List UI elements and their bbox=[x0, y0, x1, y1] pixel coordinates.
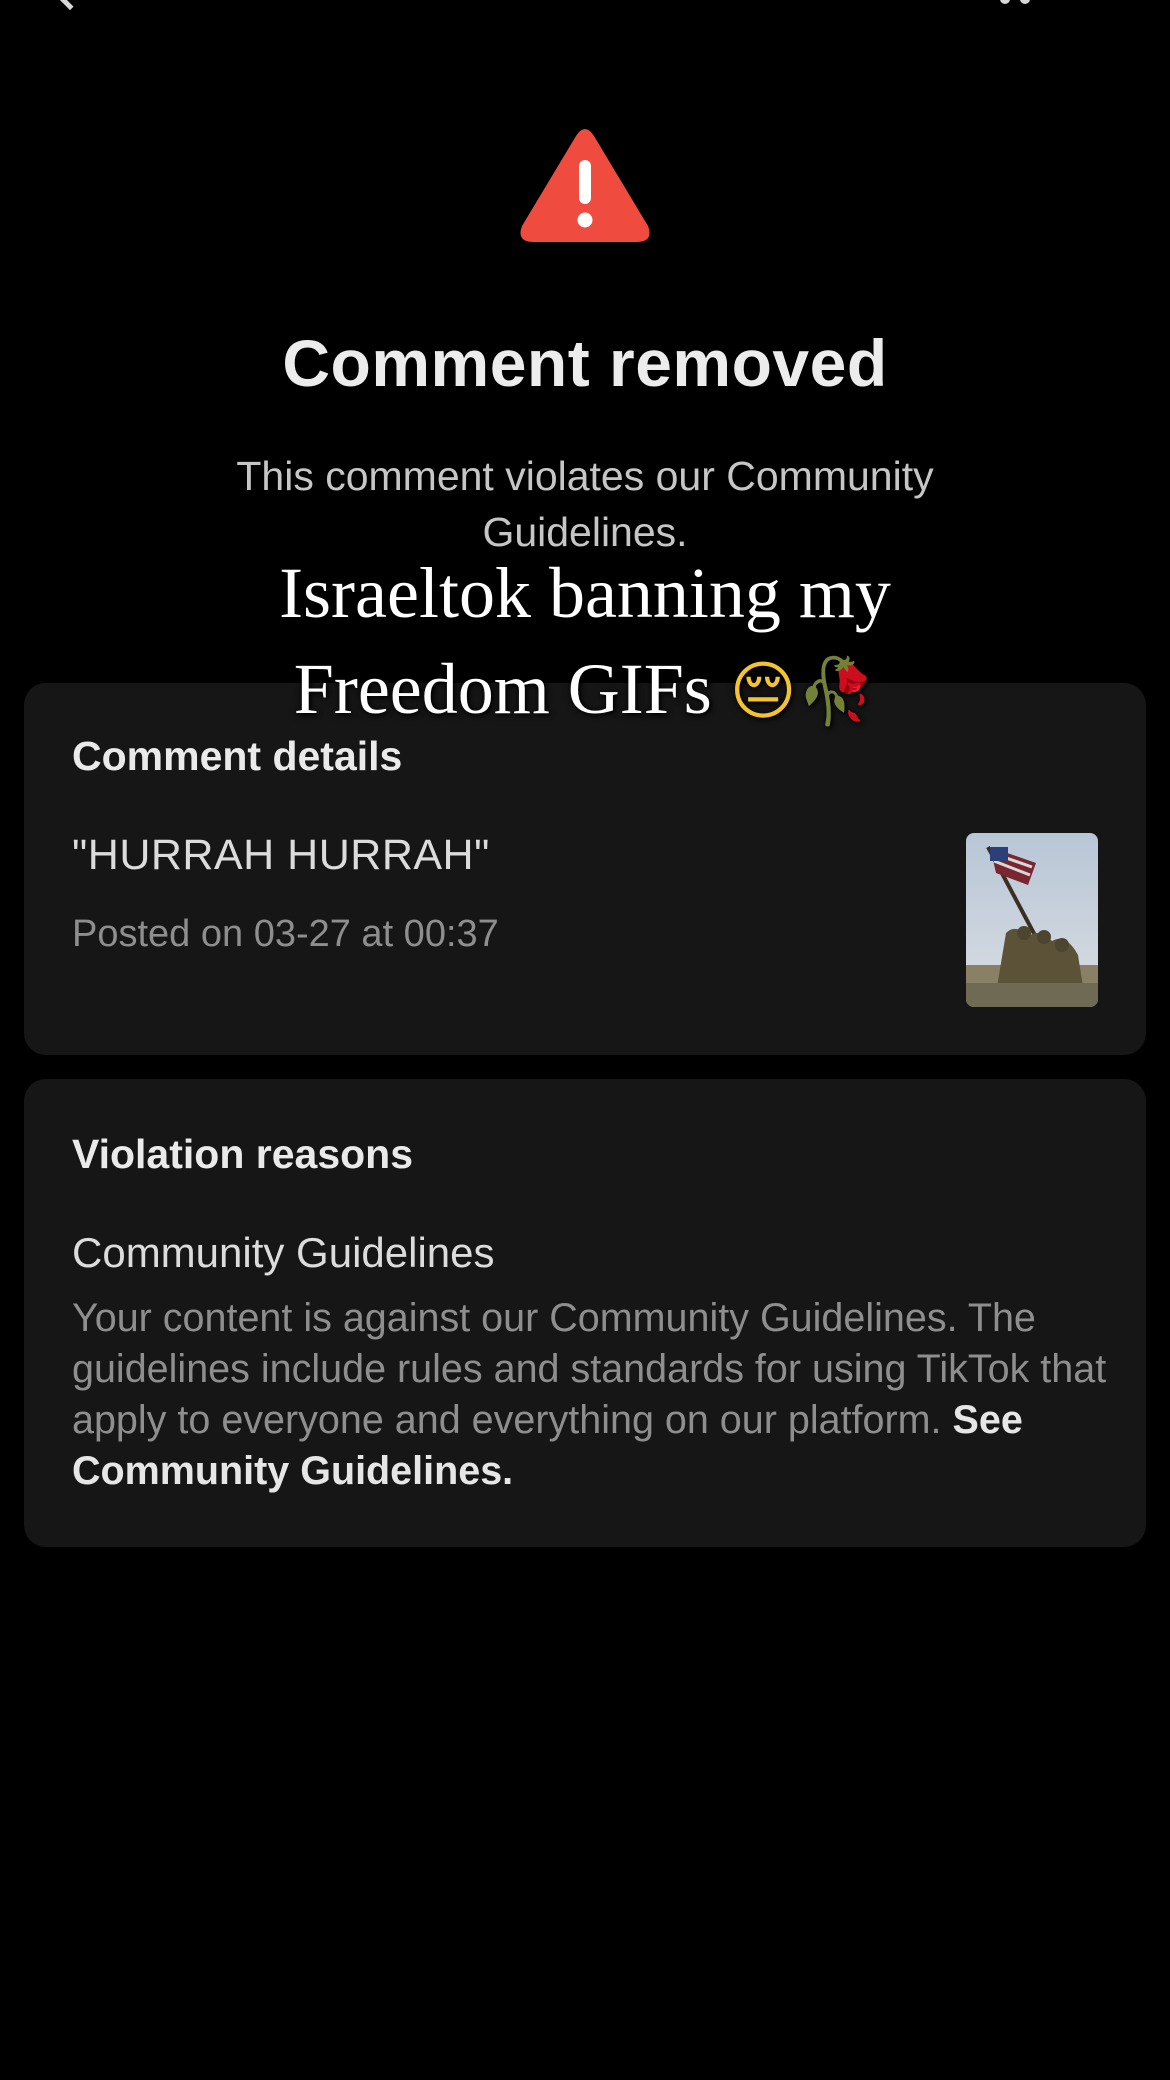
video-thumbnail[interactable] bbox=[966, 833, 1098, 1007]
caption-line-1: Israeltok banning my bbox=[279, 553, 891, 633]
wilted-rose-icon: 🥀 bbox=[796, 655, 877, 729]
caption-line-2: Freedom GIFs 😔🥀 bbox=[0, 641, 1170, 740]
violation-reasons-card: Violation reasons Community Guidelines Y… bbox=[24, 1079, 1146, 1547]
warning-triangle-icon bbox=[520, 129, 650, 242]
pensive-face-icon: 😔 bbox=[729, 655, 797, 729]
page-title: Comment removed bbox=[282, 326, 888, 400]
reason-body-text: Your content is against our Community Gu… bbox=[72, 1296, 1107, 1442]
violation-reasons-heading: Violation reasons bbox=[72, 1131, 414, 1177]
overlay-caption: Israeltok banning my Freedom GIFs 😔🥀 bbox=[0, 545, 1170, 740]
reason-title: Community Guidelines bbox=[72, 1229, 495, 1276]
top-bar bbox=[0, 0, 1170, 11]
comment-details-heading: Comment details bbox=[72, 733, 403, 779]
posted-timestamp: Posted on 03-27 at 00:37 bbox=[72, 913, 499, 955]
removal-explanation: This comment violates our Community Guid… bbox=[236, 453, 934, 555]
reason-description: Your content is against our Community Gu… bbox=[72, 1293, 1112, 1497]
chevron-left-icon[interactable] bbox=[55, 0, 85, 11]
removed-comment-text: "HURRAH HURRAH" bbox=[72, 831, 490, 879]
more-dots-icon[interactable] bbox=[1000, 0, 1030, 4]
caption-line-2-text: Freedom GIFs bbox=[293, 649, 712, 729]
